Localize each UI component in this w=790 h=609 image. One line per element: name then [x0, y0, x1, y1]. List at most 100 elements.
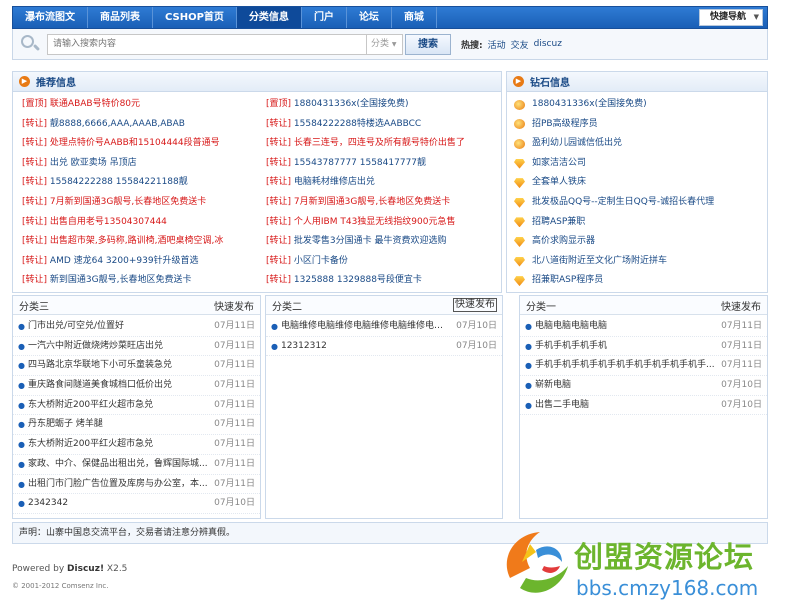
recommend-item[interactable]: [转让] 电脑耗材维修店出兑 [266, 173, 500, 193]
diamond-item[interactable]: 招PB高级程序员 [514, 115, 764, 135]
item-link[interactable]: 出售超市架,多码称,路训椅,酒吧桌椅空调,冰 [50, 236, 223, 246]
diamond-item[interactable]: 批发极品QQ号--定制生日QQ号-诚招长春代理 [514, 193, 764, 213]
item-title[interactable]: 崭新电脑 [535, 376, 715, 395]
list-item[interactable]: ● 崭新电脑 07月10日 [520, 376, 767, 396]
search-input[interactable] [47, 33, 367, 55]
hot-search-link[interactable]: discuz [534, 39, 562, 49]
item-link[interactable]: 靓8888,6666,AAA,AAAB,ABAB [50, 119, 185, 129]
recommend-item[interactable]: [转让] 1325888 1329888号段便宜卡 [266, 271, 500, 291]
category-title[interactable]: 分类二 [272, 298, 302, 313]
list-item[interactable]: ● 四马路北京华联地下小可乐童装急兑 07月11日 [13, 356, 260, 377]
item-title[interactable]: 手机手机手机手机手机手机手机手机手机手... [535, 356, 715, 375]
quick-nav-button[interactable]: 快捷导航 ▼ [698, 9, 763, 26]
nav-item-portal[interactable]: 门户 [302, 7, 347, 28]
recommend-item[interactable]: [转让] 个人用IBM T43独显无线指纹900元急售 [266, 213, 500, 233]
list-item[interactable]: ● 12312312 07月10日 [266, 337, 502, 357]
diamond-item[interactable]: 招兼职ASP程序员 [514, 271, 764, 291]
item-link[interactable]: 15584222288 15584221188靓 [50, 177, 188, 187]
diamond-item[interactable]: 盈利幼儿园诚信低出兑 [514, 134, 764, 154]
item-title[interactable]: 一汽六中附近做烧烤炒菜旺店出兑 [28, 337, 208, 356]
hot-search-link[interactable]: 交友 [511, 38, 529, 51]
recommend-item[interactable]: [转让] 出兑 欧亚卖场 吊顶店 [22, 154, 262, 174]
item-link[interactable]: 批发极品QQ号--定制生日QQ号-诚招长春代理 [532, 193, 714, 213]
item-link[interactable]: 新到国通3G靓号,长春地区免费送卡 [50, 275, 192, 285]
item-title[interactable]: 出租门市门脸广告位置及库房与办公室，本... [28, 475, 208, 494]
item-link[interactable]: 高价求购显示器 [532, 232, 595, 252]
item-title[interactable]: 2342342 [28, 494, 208, 513]
category-title[interactable]: 分类一 [526, 298, 556, 313]
list-item[interactable]: ● 手机手机手机手机手机手机手机手机手机手... 07月11日 [520, 356, 767, 377]
item-link[interactable]: 出兑 欧亚卖场 吊顶店 [50, 158, 137, 168]
item-link[interactable]: 招PB高级程序员 [532, 115, 598, 135]
item-title[interactable]: 12312312 [281, 337, 450, 356]
item-link[interactable]: 招聘ASP兼职 [532, 213, 585, 233]
list-item[interactable]: ● 丹东肥蛎子 烤羊腿 07月11日 [13, 415, 260, 436]
list-item[interactable]: ● 家政、中介、保健品出租出兑，鲁辉国际城... 07月11日 [13, 455, 260, 475]
list-item[interactable]: ● 门市出兑/可空兑/位置好 07月11日 [13, 317, 260, 337]
diamond-item[interactable]: 如家洁洁公司 [514, 154, 764, 174]
recommend-item[interactable]: [转让] 靓8888,6666,AAA,AAAB,ABAB [22, 115, 262, 135]
item-link[interactable]: 全套单人铁床 [532, 173, 586, 193]
nav-item-forum[interactable]: 论坛 [347, 7, 392, 28]
item-title[interactable]: 门市出兑/可空兑/位置好 [28, 317, 208, 336]
item-link[interactable]: 招兼职ASP程序员 [532, 271, 603, 291]
item-link[interactable]: AMD 速龙64 3200+939针升级首选 [50, 256, 199, 266]
hot-search-link[interactable]: 活动 [488, 38, 506, 51]
item-title[interactable]: 重庆路食间隧道美食城档口低价出兑 [28, 376, 208, 395]
list-item[interactable]: ● 东大桥附近200平红火超市急兑 07月11日 [13, 435, 260, 455]
item-title[interactable]: 手机手机手机手机 [535, 337, 715, 356]
recommend-item[interactable]: [转让] 15584222288 15584221188靓 [22, 173, 262, 193]
recommend-item[interactable]: [转让] 15584222288特楼选AABBCC [266, 115, 500, 135]
nav-item-classifieds[interactable]: 分类信息 [236, 7, 302, 28]
item-link[interactable]: 如家洁洁公司 [532, 154, 586, 174]
nav-item-cshop[interactable]: CSHOP首页 [153, 7, 237, 28]
recommend-item[interactable]: [转让] 长春三连号，四连号及所有靓号特价出售了 [266, 134, 500, 154]
list-item[interactable]: ● 东大桥附近200平红火超市急兑 07月11日 [13, 396, 260, 416]
recommend-item[interactable]: [转让] 7月新到国通3G靓号,长春地区免费送卡 [22, 193, 262, 213]
item-title[interactable]: 丹东肥蛎子 烤羊腿 [28, 415, 208, 434]
diamond-item[interactable]: 招聘ASP兼职 [514, 213, 764, 233]
search-button[interactable]: 搜索 [405, 33, 451, 55]
list-item[interactable]: ● 出租门市门脸广告位置及库房与办公室，本... 07月11日 [13, 475, 260, 495]
diamond-item[interactable]: 1880431336x(全国接免费) [514, 95, 764, 115]
item-link[interactable]: 7月新到国通3G靓号,长春地区免费送卡 [50, 197, 206, 207]
list-item[interactable]: ● 出售二手电脑 07月10日 [520, 396, 767, 416]
item-link[interactable]: 15543787777 1558417777靓 [294, 158, 426, 168]
recommend-item[interactable]: [转让] 出售自用老号13504307444 [22, 213, 262, 233]
recommend-item[interactable]: [转让] AMD 速龙64 3200+939针升级首选 [22, 252, 262, 272]
item-link[interactable]: 1325888 1329888号段便宜卡 [294, 275, 422, 285]
list-item[interactable]: ● 手机手机手机手机 07月11日 [520, 337, 767, 357]
recommend-item[interactable]: [转让] 新到国通3G靓号,长春地区免费送卡 [22, 271, 262, 291]
item-link[interactable]: 批发零售3分国通卡 最牛资费欢迎选购 [294, 236, 447, 246]
nav-item-waterfall[interactable]: 瀑布流图文 [13, 7, 88, 28]
item-link[interactable]: 北八道街附近至文化广场附近拼车 [532, 252, 667, 272]
item-title[interactable]: 电脑电脑电脑电脑 [535, 317, 715, 336]
recommend-item[interactable]: [转让] 批发零售3分国通卡 最牛资费欢迎选购 [266, 232, 500, 252]
quick-post-link[interactable]: 快速发布 [213, 298, 255, 313]
item-link[interactable]: 小区门卡备份 [294, 256, 348, 266]
nav-item-products[interactable]: 商品列表 [88, 7, 153, 28]
item-link[interactable]: 联通ABAB号特价80元 [50, 99, 140, 109]
item-link[interactable]: 个人用IBM T43独显无线指纹900元急售 [294, 217, 456, 227]
recommend-item[interactable]: [转让] 出售超市架,多码称,路训椅,酒吧桌椅空调,冰 [22, 232, 262, 252]
search-type-select[interactable]: 分类 ▼ [367, 33, 403, 55]
item-link[interactable]: 处理点特价号AABB和15104444段普通号 [50, 138, 220, 148]
item-link[interactable]: 1880431336x(全国接免费) [294, 99, 409, 109]
list-item[interactable]: ● 2342342 07月10日 [13, 494, 260, 514]
diamond-item[interactable]: 高价求购显示器 [514, 232, 764, 252]
item-title[interactable]: 出售二手电脑 [535, 396, 715, 415]
list-item[interactable]: ● 电脑电脑电脑电脑 07月11日 [520, 317, 767, 337]
quick-post-link[interactable]: 快速发布 [453, 298, 497, 312]
recommend-item[interactable]: [转让] 7月新到国通3G靓号,长春地区免费送卡 [266, 193, 500, 213]
item-link[interactable]: 出售自用老号13504307444 [50, 217, 167, 227]
diamond-item[interactable]: 北八道街附近至文化广场附近拼车 [514, 252, 764, 272]
recommend-item[interactable]: [置顶] 联通ABAB号特价80元 [22, 95, 262, 115]
item-link[interactable]: 15584222288特楼选AABBCC [294, 119, 421, 129]
list-item[interactable]: ● 电脑维修电脑维修电脑维修电脑维修电脑维... 07月10日 [266, 317, 502, 337]
item-link[interactable]: 1880431336x(全国接免费) [532, 95, 647, 115]
discuz-link[interactable]: Discuz! [67, 564, 104, 574]
recommend-item[interactable]: [置顶] 1880431336x(全国接免费) [266, 95, 500, 115]
recommend-item[interactable]: [转让] 15543787777 1558417777靓 [266, 154, 500, 174]
nav-item-mall[interactable]: 商城 [392, 7, 437, 28]
recommend-item[interactable]: [转让] 小区门卡备份 [266, 252, 500, 272]
